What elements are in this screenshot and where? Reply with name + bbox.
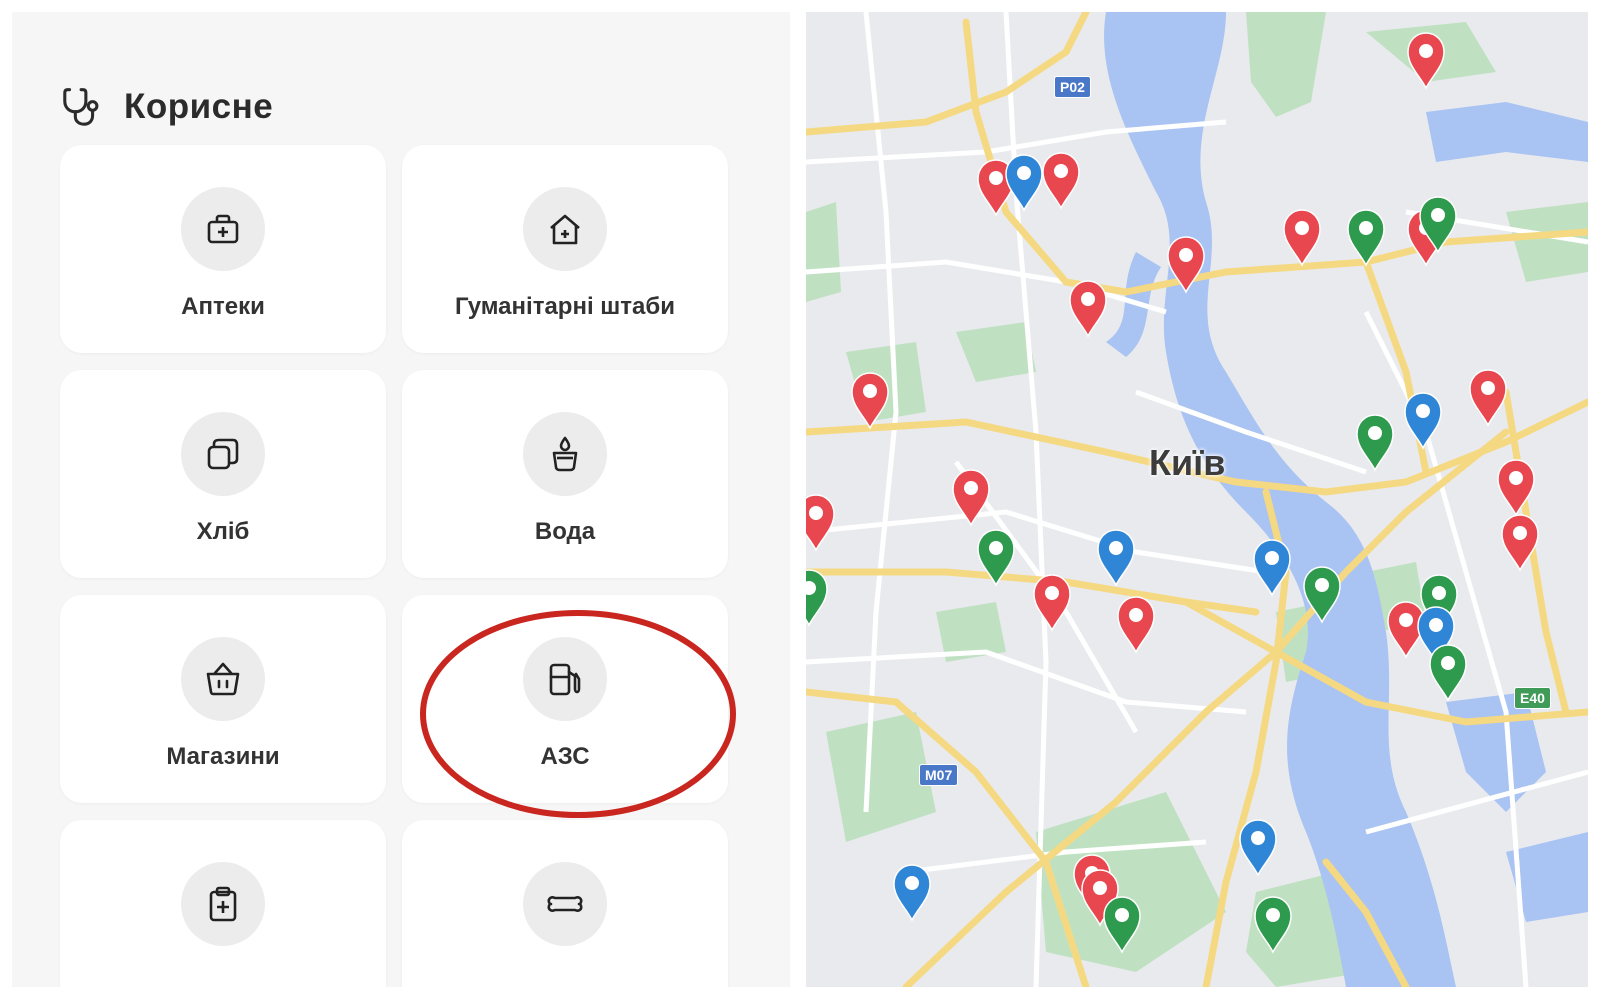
card-label: Гуманітарні штаби [455, 293, 675, 320]
bone-icon [523, 862, 607, 946]
red-map-pin-icon[interactable] [1466, 367, 1510, 427]
route-badge: Е40 [1514, 687, 1551, 709]
blue-map-pin-icon[interactable] [1094, 527, 1138, 587]
blue-map-pin-icon[interactable] [890, 862, 934, 922]
red-map-pin-icon[interactable] [1066, 278, 1110, 338]
red-map-pin-icon[interactable] [1280, 207, 1324, 267]
red-map-pin-icon[interactable] [1114, 594, 1158, 654]
red-map-pin-icon[interactable] [1164, 234, 1208, 294]
red-map-pin-icon[interactable] [1494, 457, 1538, 517]
green-map-pin-icon[interactable] [1416, 194, 1460, 254]
shopping-basket-icon [181, 637, 265, 721]
blue-map-pin-icon[interactable] [1401, 390, 1445, 450]
route-badge: Р02 [1054, 76, 1091, 98]
city-label: Київ [1149, 442, 1226, 483]
card-humanitarian-hq[interactable]: Гуманітарні штаби [402, 145, 728, 353]
red-map-pin-icon[interactable] [1030, 572, 1074, 632]
card-water[interactable]: Вода [402, 370, 728, 578]
map-view[interactable]: Київ Р02 М07 Е40 [806, 12, 1588, 987]
bread-icon [181, 412, 265, 496]
blue-map-pin-icon[interactable] [1236, 817, 1280, 877]
green-map-pin-icon[interactable] [1426, 642, 1470, 702]
fuel-pump-icon [523, 637, 607, 721]
section-title: Корисне [124, 87, 274, 126]
red-map-pin-icon[interactable] [949, 467, 993, 527]
card-label: Аптеки [181, 293, 265, 320]
card-bread[interactable]: Хліб [60, 370, 386, 578]
red-map-pin-icon[interactable] [806, 492, 838, 552]
card-medical-points[interactable] [60, 820, 386, 987]
card-label: АЗС [540, 743, 590, 770]
card-gas-stations[interactable]: АЗС [402, 595, 728, 803]
red-map-pin-icon[interactable] [1498, 512, 1542, 572]
card-label: Вода [534, 518, 596, 545]
stethoscope-icon [60, 82, 124, 133]
map-background [806, 12, 1588, 987]
green-map-pin-icon[interactable] [1100, 894, 1144, 954]
green-map-pin-icon[interactable] [1353, 412, 1397, 472]
green-map-pin-icon[interactable] [1300, 564, 1344, 624]
green-map-pin-icon[interactable] [806, 567, 831, 627]
card-shops[interactable]: Магазини [60, 595, 386, 803]
green-map-pin-icon[interactable] [974, 527, 1018, 587]
section-header: Корисне [60, 82, 273, 132]
useful-panel: Корисне Аптеки Гуманітарні штаби Хліб Во… [12, 12, 790, 987]
house-plus-icon [523, 187, 607, 271]
red-map-pin-icon[interactable] [1039, 150, 1083, 210]
route-badge: М07 [919, 764, 959, 786]
red-map-pin-icon[interactable] [848, 370, 892, 430]
water-icon [523, 412, 607, 496]
red-map-pin-icon[interactable] [1404, 30, 1448, 90]
blue-map-pin-icon[interactable] [1250, 537, 1294, 597]
green-map-pin-icon[interactable] [1251, 894, 1295, 954]
green-map-pin-icon[interactable] [1344, 207, 1388, 267]
first-aid-kit-icon [181, 187, 265, 271]
clipboard-plus-icon [181, 862, 265, 946]
card-label: Магазини [166, 743, 280, 770]
card-pet-shops[interactable] [402, 820, 728, 987]
card-pharmacies[interactable]: Аптеки [60, 145, 386, 353]
card-label: Хліб [196, 518, 250, 545]
